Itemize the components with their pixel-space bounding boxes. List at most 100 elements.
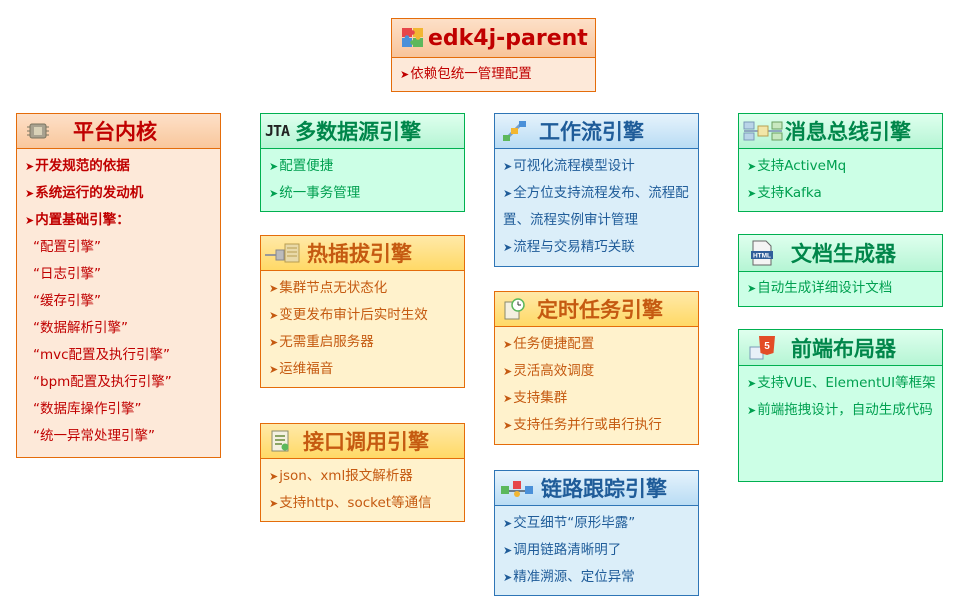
arrow-icon: ➤ [503, 392, 513, 405]
plug-icon [263, 240, 303, 266]
core-title: 平台内核 [73, 120, 157, 144]
frontend-card: 5 前端布局器 ➤支持VUE、ElementUI等框架 ➤前端拖拽设计，自动生成… [738, 329, 943, 482]
core-card: 平台内核 ➤开发规范的依据 ➤系统运行的发动机 ➤内置基础引擎： “配置引擎” … [16, 113, 221, 458]
arrow-icon: ➤ [269, 363, 279, 376]
list-item: ➤流程与交易精巧关联 [503, 239, 635, 255]
puzzle-icon [398, 25, 428, 51]
sub-item: “日志引擎” [33, 266, 101, 282]
list-item: ➤自动生成详细设计文档 [747, 280, 893, 296]
arrow-icon: ➤ [269, 160, 279, 173]
jta-logo: JTA [265, 122, 290, 140]
sub-item: “数据库操作引擎” [33, 401, 142, 417]
html-file-icon-text: HTML [753, 252, 771, 259]
datasource-title: 多数据源引擎 [295, 120, 422, 144]
list-item: ➤集群节点无状态化 [269, 280, 388, 296]
workflow-body: ➤可视化流程模型设计 ➤全方位支持流程发布、流程配置、流程实例审计管理 ➤流程与… [495, 149, 698, 261]
list-item: ➤调用链路清晰明了 [503, 542, 622, 558]
list-item: ➤开发规范的依据 [25, 158, 130, 174]
arrow-icon: ➤ [269, 187, 279, 200]
sub-item: “mvc配置及执行引擎” [33, 347, 171, 363]
doc-title: 文档生成器 [791, 242, 896, 266]
sub-item: “缓存引擎” [33, 293, 101, 309]
arrow-icon: ➤ [400, 68, 410, 81]
list-item: ➤支持VUE、ElementUI等框架 [747, 375, 936, 391]
list-item: ➤灵活高效调度 [503, 363, 595, 379]
arrow-icon: ➤ [269, 470, 279, 483]
arrow-icon: ➤ [747, 282, 757, 295]
list-item: ➤系统运行的发动机 [25, 185, 144, 201]
sub-item: “数据解析引擎” [33, 320, 128, 336]
core-header: 平台内核 [17, 114, 220, 149]
mq-body: ➤支持ActiveMq ➤支持Kafka [739, 149, 942, 207]
parent-card: edk4j-parent ➤依赖包统一管理配置 [391, 18, 596, 92]
frontend-header: 5 前端布局器 [739, 330, 942, 366]
trace-title: 链路跟踪引擎 [541, 477, 667, 501]
trace-card: 链路跟踪引擎 ➤交互细节“原形毕露” ➤调用链路清晰明了 ➤精准溯源、定位异常 [494, 470, 699, 596]
message-bus-icon [741, 118, 785, 144]
arrow-icon: ➤ [747, 404, 757, 417]
list-item: ➤精准溯源、定位异常 [503, 569, 635, 585]
arrow-icon: ➤ [503, 544, 513, 557]
datasource-card: JTA 多数据源引擎 ➤配置便捷 ➤统一事务管理 [260, 113, 465, 212]
cpu-chip-icon [23, 118, 53, 144]
list-item: ➤统一事务管理 [269, 185, 361, 201]
arrow-icon: ➤ [269, 309, 279, 322]
arrow-icon: ➤ [503, 338, 513, 351]
api-card: 接口调用引擎 ➤json、xml报文解析器 ➤支持http、socket等通信 [260, 423, 465, 522]
workflow-header: 工作流引擎 [495, 114, 698, 149]
arrow-icon: ➤ [503, 365, 513, 378]
doc-header: HTML 文档生成器 [739, 235, 942, 272]
sub-item: “配置引擎” [33, 239, 101, 255]
mq-card: 消息总线引擎 ➤支持ActiveMq ➤支持Kafka [738, 113, 943, 212]
hotplug-card: 热插拔引擎 ➤集群节点无状态化 ➤变更发布审计后实时生效 ➤无需重启服务器 ➤运… [260, 235, 465, 388]
html5-icon: 5 [747, 335, 777, 361]
list-item: ➤配置便捷 [269, 158, 334, 174]
parent-title: edk4j-parent [428, 25, 588, 51]
list-item: ➤依赖包统一管理配置 [400, 66, 532, 82]
list-item: ➤支持集群 [503, 390, 568, 406]
list-item: ➤支持Kafka [747, 185, 822, 201]
mq-title: 消息总线引擎 [785, 120, 911, 144]
list-item: ➤支持任务并行或串行执行 [503, 417, 662, 433]
timer-card: 定时任务引擎 ➤任务便捷配置 ➤灵活高效调度 ➤支持集群 ➤支持任务并行或串行执… [494, 291, 699, 445]
workflow-card: 工作流引擎 ➤可视化流程模型设计 ➤全方位支持流程发布、流程配置、流程实例审计管… [494, 113, 699, 267]
network-icon [499, 475, 535, 501]
trace-body: ➤交互细节“原形毕露” ➤调用链路清晰明了 ➤精准溯源、定位异常 [495, 506, 698, 591]
api-body: ➤json、xml报文解析器 ➤支持http、socket等通信 [261, 459, 464, 517]
list-item: ➤支持ActiveMq [747, 158, 847, 174]
doc-card: HTML 文档生成器 ➤自动生成详细设计文档 [738, 234, 943, 307]
trace-header: 链路跟踪引擎 [495, 471, 698, 506]
list-item: ➤交互细节“原形毕露” [503, 515, 636, 531]
datasource-body: ➤配置便捷 ➤统一事务管理 [261, 149, 464, 207]
api-header: 接口调用引擎 [261, 424, 464, 459]
frontend-title: 前端布局器 [791, 336, 896, 361]
arrow-icon: ➤ [269, 282, 279, 295]
arrow-icon: ➤ [25, 214, 35, 227]
timer-body: ➤任务便捷配置 ➤灵活高效调度 ➤支持集群 ➤支持任务并行或串行执行 [495, 327, 698, 439]
hotplug-header: 热插拔引擎 [261, 236, 464, 271]
arrow-icon: ➤ [503, 517, 513, 530]
datasource-header: JTA 多数据源引擎 [261, 114, 464, 149]
hotplug-title: 热插拔引擎 [307, 242, 412, 266]
timer-header: 定时任务引擎 [495, 292, 698, 327]
workflow-title: 工作流引擎 [539, 120, 644, 144]
arrow-icon: ➤ [503, 419, 513, 432]
list-item: ➤内置基础引擎： [25, 212, 130, 228]
workflow-icon [499, 118, 529, 144]
frontend-body: ➤支持VUE、ElementUI等框架 ➤前端拖拽设计，自动生成代码 [739, 366, 942, 424]
arrow-icon: ➤ [269, 336, 279, 349]
html5-icon-text: 5 [764, 341, 770, 352]
html-file-icon: HTML [747, 240, 777, 266]
list-item: ➤任务便捷配置 [503, 336, 595, 352]
timer-title: 定时任务引擎 [537, 298, 663, 322]
sub-item: “统一异常处理引擎” [33, 428, 155, 444]
arrow-icon: ➤ [503, 241, 513, 254]
list-item: ➤无需重启服务器 [269, 334, 374, 350]
arrow-icon: ➤ [503, 160, 513, 173]
sub-item: “bpm配置及执行引擎” [33, 374, 172, 390]
arrow-icon: ➤ [747, 160, 757, 173]
core-body: ➤开发规范的依据 ➤系统运行的发动机 ➤内置基础引擎： “配置引擎” “日志引擎… [17, 149, 220, 450]
arrow-icon: ➤ [25, 187, 35, 200]
hotplug-body: ➤集群节点无状态化 ➤变更发布审计后实时生效 ➤无需重启服务器 ➤运维福音 [261, 271, 464, 383]
mq-header: 消息总线引擎 [739, 114, 942, 149]
